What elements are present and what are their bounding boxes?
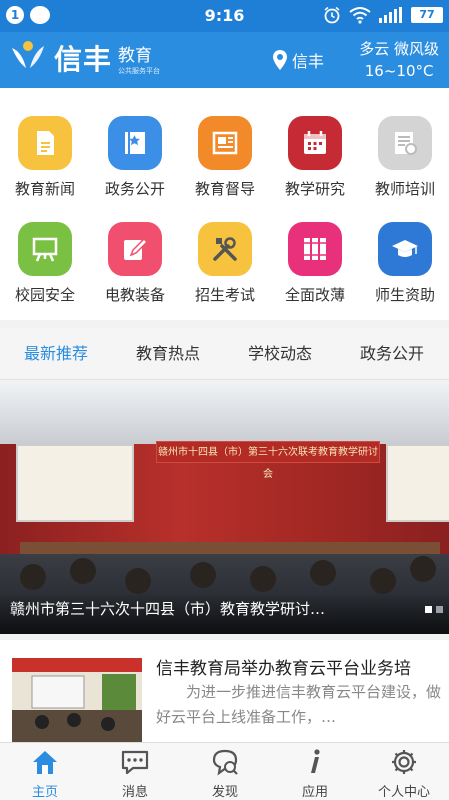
weather-condition: 多云 微风级 — [359, 40, 439, 58]
audience-head — [250, 566, 276, 592]
category-grid: 教育新闻 政务公开 教育督导 教学研究 教师培训 校园安全 电教装备 招生考试 … — [0, 88, 449, 320]
location-selector[interactable]: 信丰 — [272, 48, 324, 72]
books-icon — [288, 222, 342, 276]
nav-home[interactable]: 主页 — [0, 743, 90, 800]
gear-icon — [392, 750, 416, 774]
banner-photo-screen-left — [16, 444, 134, 522]
grid-item-education-supervision[interactable]: 教育督导 — [180, 116, 270, 199]
battery-icon: 77 — [411, 7, 443, 23]
calendar-icon — [288, 116, 342, 170]
banner-pagination — [425, 606, 443, 613]
document-icon — [18, 116, 72, 170]
nav-label: 消息 — [121, 785, 148, 800]
bottom-navigation: 主页 消息 发现 应用 个人中心 — [0, 742, 449, 800]
audience-head — [125, 568, 151, 594]
nav-discover[interactable]: 发现 — [180, 743, 270, 800]
grid-item-label: 师生资助 — [374, 286, 435, 304]
logo-name: 信丰 — [54, 43, 113, 76]
alarm-icon — [324, 6, 340, 24]
tab-education-hotspots[interactable]: 教育热点 — [112, 328, 224, 380]
nav-label: 应用 — [301, 785, 328, 800]
signal-icon — [379, 7, 402, 23]
audience-head — [410, 556, 436, 582]
app-logo: 信丰 教育 公共服务平台 — [8, 38, 160, 78]
grid-item-teaching-research[interactable]: 教学研究 — [270, 116, 360, 199]
tab-school-updates[interactable]: 学校动态 — [224, 328, 336, 380]
grid-item-audiovisual-equipment[interactable]: 电教装备 — [90, 222, 180, 305]
nav-label: 发现 — [211, 785, 238, 800]
nav-profile[interactable]: 个人中心 — [359, 743, 449, 800]
book-icon — [108, 116, 162, 170]
weather-widget: 多云 微风级 16~10°C — [359, 38, 439, 82]
news-list-item[interactable]: 信丰教育局举办教育云平台业务培 为进一步推进信丰教育云平台建设，做好云平台上线准… — [0, 640, 449, 742]
weather-temperature: 16~10°C — [364, 62, 434, 80]
discover-icon — [212, 749, 238, 776]
newspaper-icon — [198, 116, 252, 170]
nav-label: 主页 — [31, 785, 58, 800]
grid-item-label: 教育新闻 — [14, 180, 75, 198]
grid-item-label: 教学研究 — [284, 180, 345, 198]
news-thumbnail — [12, 658, 142, 742]
grid-item-enrollment-exams[interactable]: 招生考试 — [180, 222, 270, 305]
news-title: 信丰教育局举办教育云平台业务培 — [156, 659, 411, 679]
grid-item-label: 电教装备 — [104, 286, 165, 304]
logo-sub-small: 公共服务平台 — [118, 66, 161, 75]
tools-icon — [198, 222, 252, 276]
nav-apps[interactable]: 应用 — [270, 743, 360, 800]
easel-icon — [18, 222, 72, 276]
banner-carousel[interactable]: 赣州市十四县（市）第三十六次联考教育教学研讨会 赣州市第三十六次十四县（市）教育… — [0, 384, 449, 634]
grid-item-campus-safety[interactable]: 校园安全 — [0, 222, 90, 305]
grid-item-label: 政务公开 — [104, 180, 165, 198]
location-pin-icon — [273, 50, 287, 70]
grid-item-label: 校园安全 — [14, 286, 75, 304]
audience-head — [370, 568, 396, 594]
grid-item-label: 全面改薄 — [284, 286, 345, 304]
logo-mark-icon — [12, 41, 44, 68]
app-header: 信丰 教育 公共服务平台 信丰 多云 微风级 16~10°C — [0, 32, 449, 88]
home-icon — [33, 751, 57, 774]
grid-item-teacher-training[interactable]: 教师培训 — [360, 116, 449, 199]
audience-head — [20, 564, 46, 590]
info-icon — [311, 749, 320, 773]
status-bar: 1 9:16 77 — [0, 0, 449, 32]
tab-latest[interactable]: 最新推荐 — [0, 328, 112, 380]
edit-icon — [108, 222, 162, 276]
status-indicators: 77 — [323, 6, 443, 24]
audience-head — [70, 558, 96, 584]
location-label: 信丰 — [292, 52, 325, 71]
banner-dot-active[interactable] — [425, 606, 432, 613]
grid-item-label: 招生考试 — [194, 286, 255, 304]
certificate-icon — [378, 116, 432, 170]
banner-photo-screen-right — [386, 444, 449, 522]
graduation-cap-icon — [378, 222, 432, 276]
news-summary: 为进一步推进信丰教育云平台建设，做好云平台上线准备工作，… — [156, 683, 442, 726]
grid-item-comprehensive-improvement[interactable]: 全面改薄 — [270, 222, 360, 305]
banner-dot[interactable] — [436, 606, 443, 613]
news-tabs: 最新推荐 教育热点 学校动态 政务公开 — [0, 328, 449, 380]
wifi-icon — [349, 7, 371, 24]
grid-item-label: 教育督导 — [194, 180, 255, 198]
grid-item-education-news[interactable]: 教育新闻 — [0, 116, 90, 199]
nav-messages[interactable]: 消息 — [90, 743, 180, 800]
message-icon — [121, 750, 149, 775]
banner-photo-ceiling — [0, 384, 449, 444]
tab-government-affairs[interactable]: 政务公开 — [336, 328, 448, 380]
logo-sub-main: 教育 — [118, 45, 153, 66]
banner-backdrop-title: 赣州市十四县（市）第三十六次联考教育教学研讨会 — [156, 441, 380, 480]
grid-item-student-aid[interactable]: 师生资助 — [360, 222, 449, 305]
audience-head — [310, 560, 336, 586]
banner-caption: 赣州市第三十六次十四县（市）教育教学研讨… — [10, 600, 326, 618]
grid-item-label: 教师培训 — [374, 180, 435, 198]
grid-item-government-affairs[interactable]: 政务公开 — [90, 116, 180, 199]
logo-subtitle: 教育 公共服务平台 — [118, 41, 160, 76]
nav-label: 个人中心 — [377, 785, 430, 800]
audience-head — [190, 562, 216, 588]
